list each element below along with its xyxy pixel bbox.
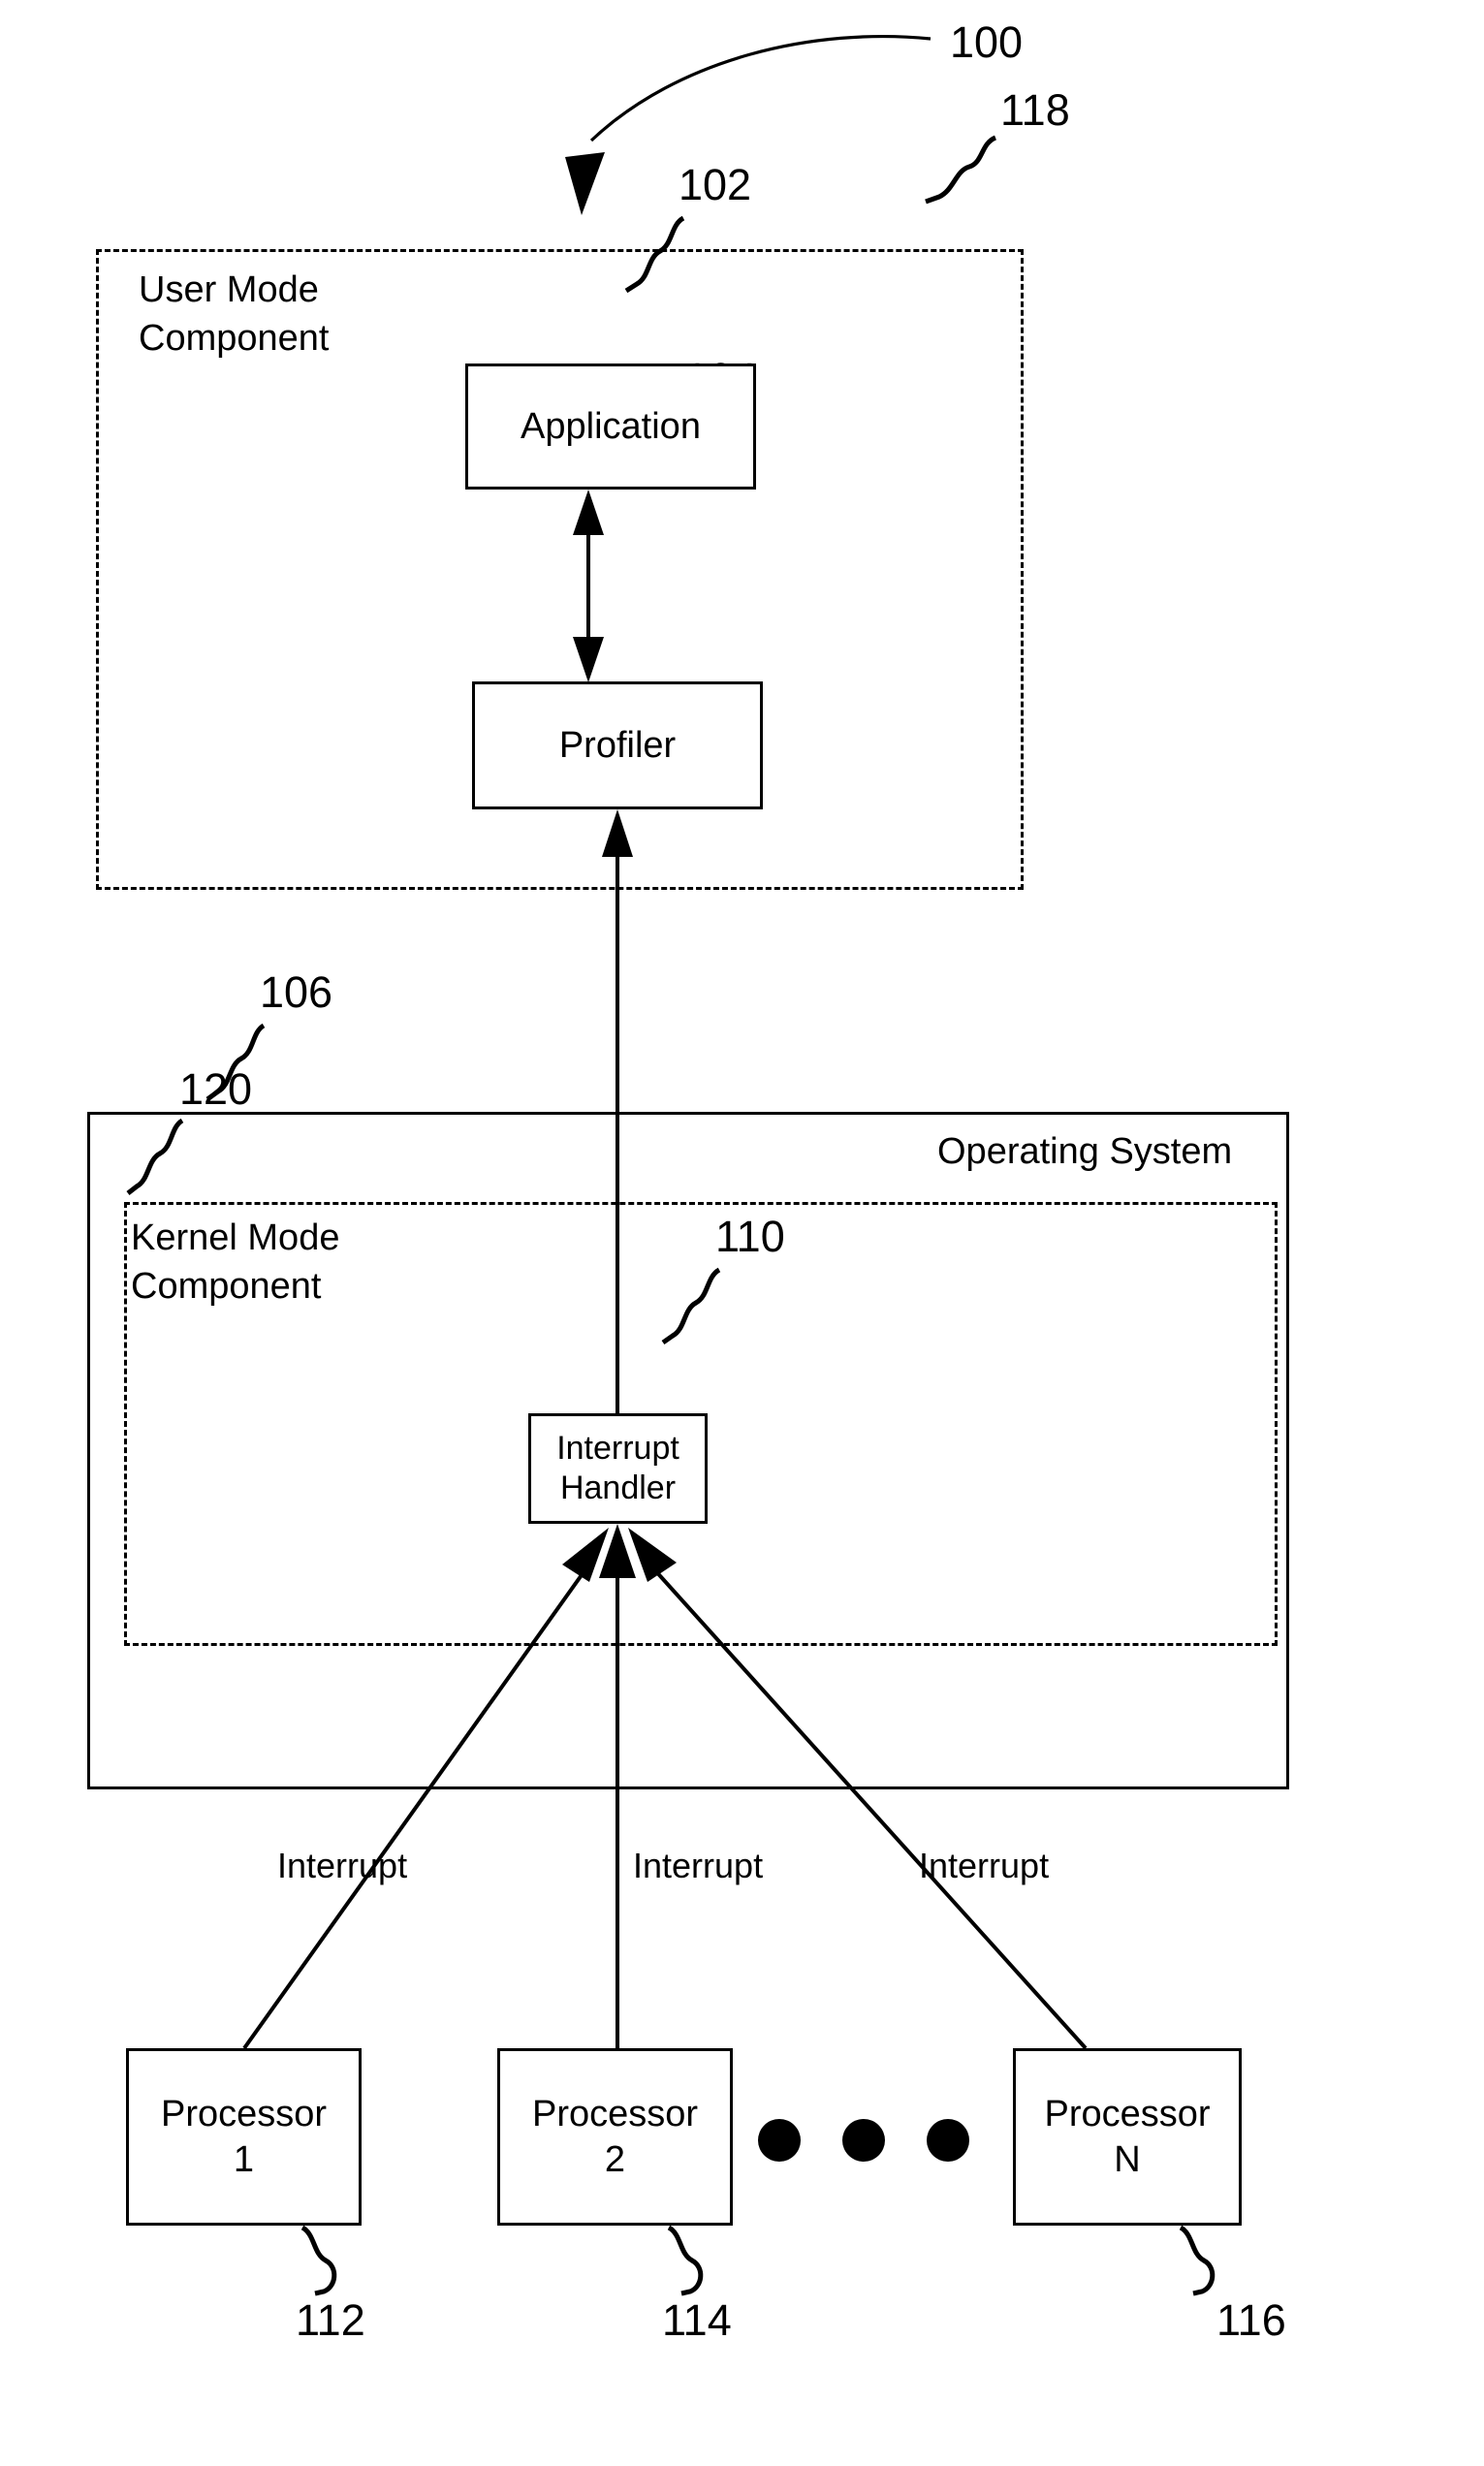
reference-numeral-100: 100: [950, 17, 1024, 67]
ellipsis-dot-2: [842, 2119, 885, 2162]
reference-numeral-118: 118: [1000, 85, 1070, 135]
box-interrupt-handler-label: Interrupt Handler: [556, 1429, 679, 1506]
box-processor-1-label: Processor 1: [160, 2094, 328, 2180]
reference-numeral-106: 106: [260, 967, 333, 1017]
box-processor-1: Processor 1: [126, 2048, 362, 2226]
box-processor-2: Processor 2: [497, 2048, 733, 2226]
box-processor-n: Processor N: [1013, 2048, 1242, 2226]
box-application-label: Application: [521, 405, 701, 447]
interrupt-label-2: Interrupt: [633, 1846, 764, 1885]
box-profiler-label: Profiler: [558, 724, 677, 766]
leader-116: [1179, 2225, 1216, 2296]
ellipsis-dot-3: [927, 2119, 969, 2162]
leader-114: [667, 2225, 704, 2296]
box-processor-n-label: Processor N: [1044, 2094, 1211, 2180]
region-operating-system-label: Operating System: [937, 1131, 1233, 1172]
reference-numeral-114: 114: [662, 2295, 732, 2345]
box-application: Application: [465, 364, 756, 490]
leader-118: [925, 135, 997, 205]
region-user-mode-component-label: User Mode Component: [139, 269, 330, 360]
box-profiler: Profiler: [472, 681, 763, 809]
reference-numeral-102: 102: [679, 160, 752, 209]
reference-numeral-120: 120: [179, 1064, 253, 1114]
ellipsis-dot-1: [758, 2119, 801, 2162]
box-processor-2-label: Processor 2: [531, 2094, 699, 2180]
reference-numeral-116: 116: [1216, 2295, 1286, 2345]
box-interrupt-handler: Interrupt Handler: [528, 1413, 708, 1524]
reference-numeral-112: 112: [296, 2295, 365, 2345]
leader-112: [300, 2225, 337, 2296]
interrupt-label-1: Interrupt: [277, 1846, 408, 1885]
region-kernel-mode-component-label: Kernel Mode Component: [131, 1217, 340, 1308]
patent-figure: 100 118 102 104 106 120 110 112 114 116 …: [0, 0, 1484, 2466]
interrupt-label-3: Interrupt: [919, 1846, 1050, 1885]
